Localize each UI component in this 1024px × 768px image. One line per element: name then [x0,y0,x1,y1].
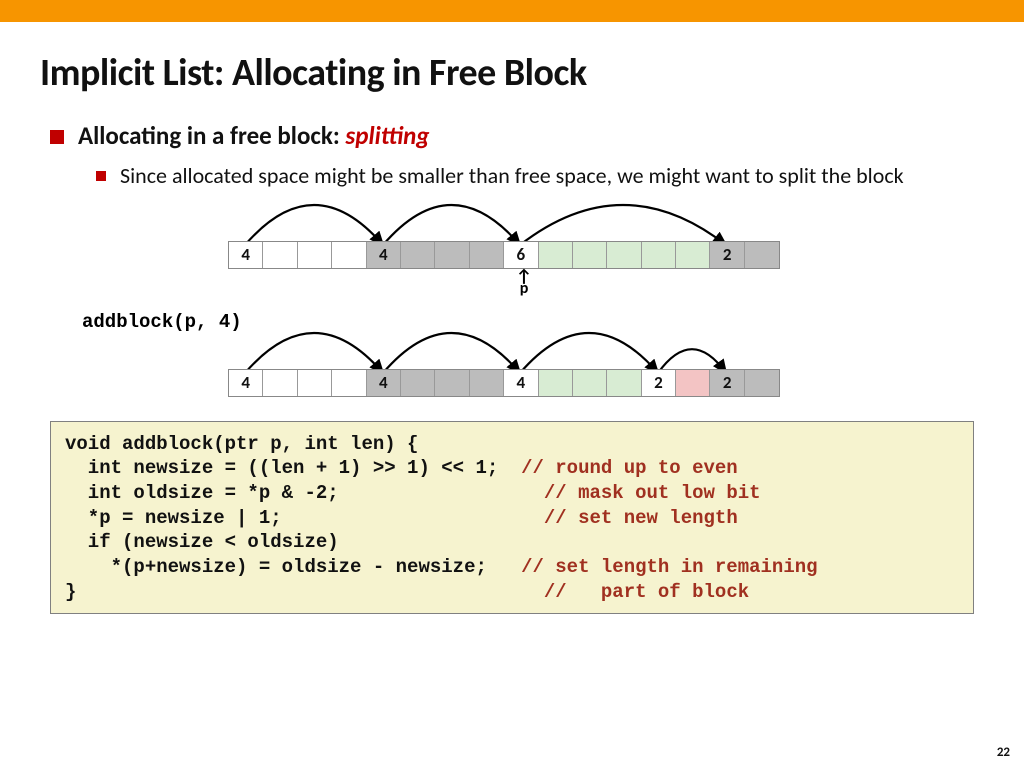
bullet-main: Allocating in a free block: splitting [40,120,984,151]
code-line: if (newsize < oldsize) [65,530,959,555]
heap-cell: 2 [642,370,676,396]
slide-body: Implicit List: Allocating in Free Block … [0,22,1024,614]
page-number: 22 [997,745,1010,760]
heap-cell [607,370,641,396]
code-line: void addblock(ptr p, int len) { [65,432,959,457]
bullet-sub-square-icon [96,171,106,181]
pointer-label: p [520,279,529,298]
bullet-main-em: splitting [345,120,429,151]
bullet-sub-text: Since allocated space might be smaller t… [120,161,904,191]
code-line: int oldsize = *p & -2; // mask out low b… [65,481,959,506]
heap-cell [745,370,779,396]
diagram-after-wrap: addblock(p, 4) 44422 [40,309,984,409]
heap-cell [642,242,676,268]
heap-cell [470,242,504,268]
heap-cell [435,370,469,396]
page-title: Implicit List: Allocating in Free Block [40,50,984,96]
heap-cell [401,242,435,268]
heap-cell: 2 [710,370,744,396]
heap-cell [573,370,607,396]
bullet-main-text: Allocating in a free block: splitting [78,120,429,151]
heap-cell: 4 [367,370,401,396]
heap-cell [539,370,573,396]
heap-cell: 4 [504,370,538,396]
heap-cell [263,242,297,268]
code-line: int newsize = ((len + 1) >> 1) << 1; // … [65,456,959,481]
heap-cell [573,242,607,268]
heap-cell [401,370,435,396]
bullet-square-icon [50,130,64,144]
heap-cell [435,242,469,268]
heap-cell: 4 [229,242,263,268]
heap-cell [263,370,297,396]
heap-cell: 4 [367,242,401,268]
code-box: void addblock(ptr p, int len) { int news… [50,421,974,614]
heap-cell [298,370,332,396]
diagram-before-blocks: 4 4 6 2 [228,241,780,269]
code-line: *p = newsize | 1; // set new length [65,506,959,531]
heap-cell: 2 [710,242,744,268]
diagram-before: 4 4 6 2 ↑ p [40,199,984,309]
heap-cell [332,242,366,268]
code-line: } // part of block [65,580,959,605]
heap-cell [539,242,573,268]
heap-cell [607,242,641,268]
diagram-after: 4 4 4 2 2 [40,327,984,407]
heap-cell: 4 [229,370,263,396]
code-line: *(p+newsize) = oldsize - newsize; // set… [65,555,959,580]
heap-cell [676,370,710,396]
heap-cell [676,242,710,268]
accent-bar [0,0,1024,22]
heap-cell [332,370,366,396]
bullet-sub: Since allocated space might be smaller t… [96,161,984,191]
heap-cell [298,242,332,268]
heap-cell: 6 [504,242,538,268]
pointer-p: ↑ p [514,271,534,299]
heap-cell [745,242,779,268]
heap-cell [470,370,504,396]
bullet-main-plain: Allocating in a free block: [78,120,345,151]
diagram-after-blocks: 4 4 4 2 2 [228,369,780,397]
